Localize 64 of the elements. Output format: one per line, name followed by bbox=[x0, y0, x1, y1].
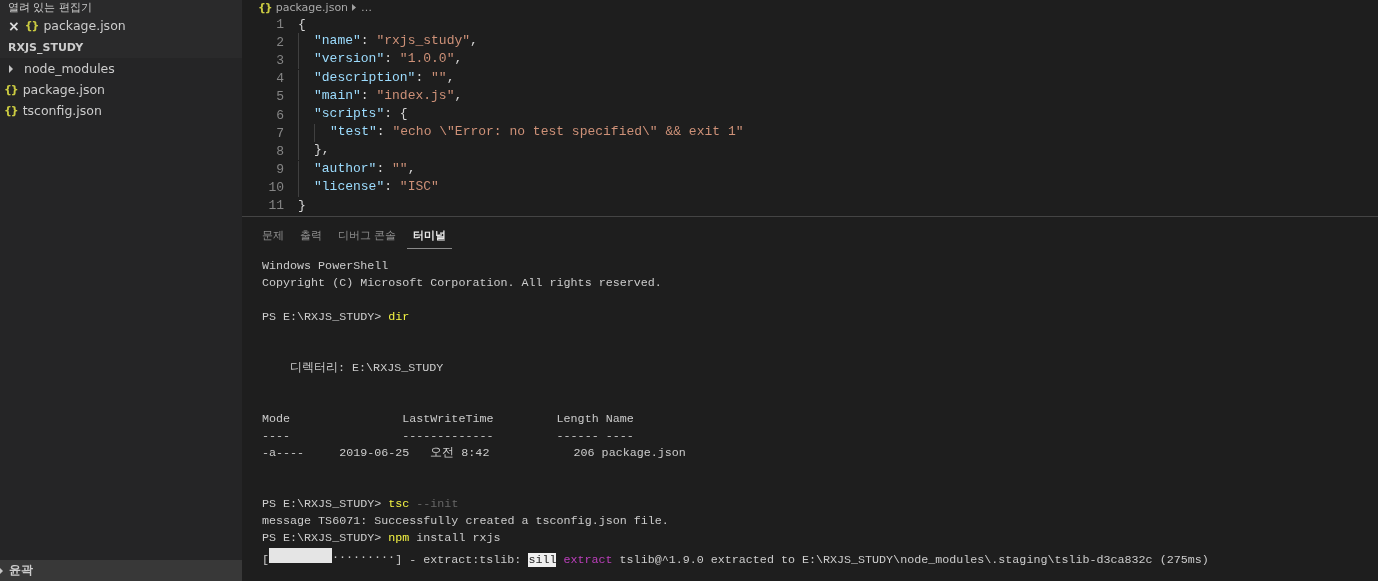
code-line: "scripts": { bbox=[298, 106, 408, 125]
line-number: 2 bbox=[275, 34, 284, 50]
panel-tab[interactable]: 문제 bbox=[256, 226, 290, 249]
line-number: 8 bbox=[275, 143, 284, 159]
breadcrumb-item[interactable]: package.json bbox=[275, 1, 349, 14]
code-line: "test": "echo \"Error: no test specified\" && exit 1" bbox=[298, 124, 744, 143]
chevron-icon bbox=[352, 4, 358, 11]
folder-item[interactable]: node_modules bbox=[24, 61, 115, 76]
json-file-icon: {} bbox=[4, 83, 18, 96]
log-action-text: extract bbox=[562, 553, 613, 567]
breadcrumb-more[interactable]: … bbox=[361, 1, 373, 14]
line-number: 10 bbox=[267, 180, 284, 196]
line-number: 4 bbox=[275, 71, 284, 87]
code-line: "license": "ISC" bbox=[298, 178, 439, 197]
line-number: 6 bbox=[275, 107, 284, 123]
terminal-text: -a---- 2019-06-25 오전 8:42 206 package.json bbox=[262, 446, 686, 460]
terminal-text: ] - extract:tslib: bbox=[395, 553, 523, 567]
code-line: "description": "", bbox=[298, 69, 455, 88]
code-line: "name": "rxjs_study", bbox=[298, 33, 478, 52]
terminal-text: Windows PowerShell bbox=[262, 259, 389, 273]
line-number: 7 bbox=[275, 125, 284, 141]
json-file-icon: {} bbox=[24, 19, 39, 32]
panel-tab[interactable]: 출력 bbox=[294, 226, 328, 249]
terminal-text: PS E:\RXJS_STUDY> bbox=[262, 310, 383, 324]
code-line: }, bbox=[298, 142, 330, 161]
terminal-text: Mode LastWriteTime Length Name bbox=[262, 412, 634, 426]
code-line: } bbox=[298, 198, 306, 214]
terminal-text: ---- ------------- ------ ---- bbox=[262, 429, 634, 443]
line-number: 1 bbox=[275, 16, 284, 32]
caret-icon[interactable] bbox=[8, 64, 14, 73]
code-line: "author": "", bbox=[298, 160, 416, 179]
terminal-text: PS E:\RXJS_STUDY> bbox=[262, 497, 383, 511]
command-text: dir bbox=[388, 310, 410, 324]
terminal-text: PS E:\RXJS_STUDY> bbox=[262, 531, 383, 545]
terminal-text: tslib@^1.9.0 extracted to E:\RXJS_STUDY\node_modules\.staging\tslib-d3ca832c (275ms) bbox=[618, 553, 1209, 567]
section-title[interactable]: 열려 있는 편집기 bbox=[8, 1, 92, 14]
line-number: 5 bbox=[275, 89, 284, 105]
open-editor-item[interactable]: package.json bbox=[43, 18, 126, 33]
progress-bar: ......... bbox=[269, 547, 396, 564]
terminal-text: Copyright (C) Microsoft Corporation. All rights reserved. bbox=[262, 276, 662, 290]
folder-header[interactable]: RXJS_STUDY bbox=[0, 36, 242, 58]
code-line: "main": "index.js", bbox=[298, 87, 463, 106]
caret-icon bbox=[0, 566, 3, 575]
line-number: 11 bbox=[267, 198, 284, 214]
code-line: "version": "1.0.0", bbox=[298, 51, 463, 70]
panel-tab[interactable]: 디버그 콘솔 bbox=[332, 226, 403, 249]
line-number: 9 bbox=[275, 162, 284, 178]
terminal-text: 디렉터리: E:\RXJS_STUDY bbox=[289, 361, 444, 375]
log-level-label: sill bbox=[528, 553, 557, 567]
file-item[interactable]: tsconfig.json bbox=[22, 103, 102, 118]
json-file-icon: {} bbox=[258, 1, 272, 14]
json-file-icon: {} bbox=[4, 104, 18, 117]
code-line: { bbox=[298, 16, 306, 32]
terminal-text: message TS6071: Successfully created a tsconfig.json file. bbox=[262, 514, 669, 528]
command-text: npm bbox=[388, 531, 410, 545]
command-text: tsc bbox=[388, 497, 410, 511]
file-item[interactable]: package.json bbox=[22, 82, 105, 97]
terminal-text: [ bbox=[262, 553, 269, 567]
argument-text: --init bbox=[415, 497, 459, 511]
line-number: 3 bbox=[275, 52, 284, 68]
close-icon[interactable]: × bbox=[8, 17, 20, 34]
panel-tab[interactable]: 터미널 bbox=[406, 226, 452, 249]
outline-header[interactable]: 윤곽 bbox=[0, 560, 242, 581]
terminal-text: install rxjs bbox=[415, 531, 501, 545]
